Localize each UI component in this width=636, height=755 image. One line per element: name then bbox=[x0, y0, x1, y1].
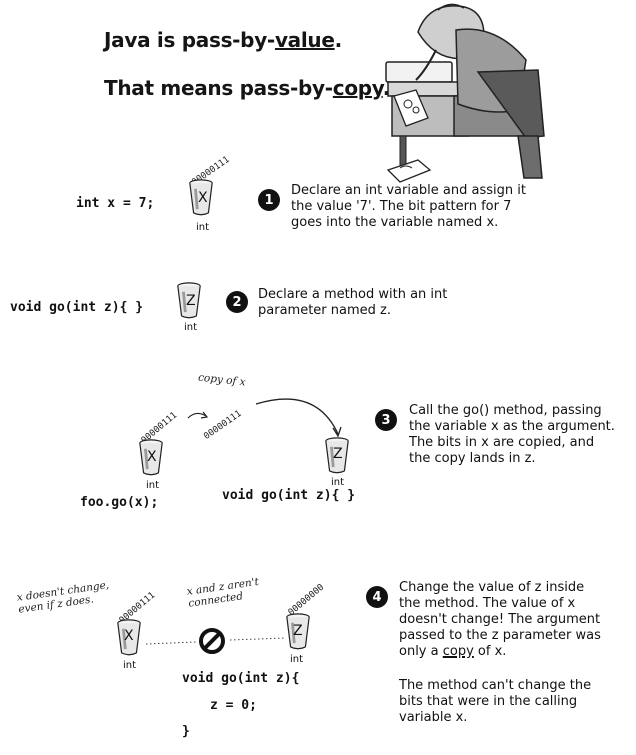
no-connection-icon bbox=[199, 628, 225, 654]
step4-desc2-line: bits that were in the calling bbox=[399, 694, 578, 709]
step4-desc-line: only a copy of x. bbox=[399, 644, 629, 660]
step4-desc-line: Change the value of z inside bbox=[399, 580, 585, 595]
step4-desc-line: passed to the z parameter was bbox=[399, 628, 601, 643]
step4-desc-prefix: only a bbox=[399, 644, 443, 659]
step4-desc-emph: copy bbox=[442, 644, 474, 659]
step4-cup-z-letter: Z bbox=[293, 623, 303, 639]
step4-description-2: The method can't change the bits that we… bbox=[399, 678, 629, 726]
step4-desc2-line: variable x. bbox=[399, 710, 468, 725]
step4-desc-suffix: of x. bbox=[473, 644, 507, 659]
step4-code-line3: } bbox=[182, 724, 190, 739]
step4-code-line2: z = 0; bbox=[210, 698, 257, 713]
step4-desc-line: doesn't change! The argument bbox=[399, 612, 601, 627]
step4-desc-line: the method. The value of x bbox=[399, 596, 576, 611]
step4-desc2-line: The method can't change the bbox=[399, 678, 592, 693]
step4-code-line1: void go(int z){ bbox=[182, 671, 300, 686]
step4-cup-z-type: int bbox=[290, 654, 304, 665]
step4-description: Change the value of z inside the method.… bbox=[399, 580, 629, 660]
step4-number-badge: 4 bbox=[366, 586, 388, 608]
